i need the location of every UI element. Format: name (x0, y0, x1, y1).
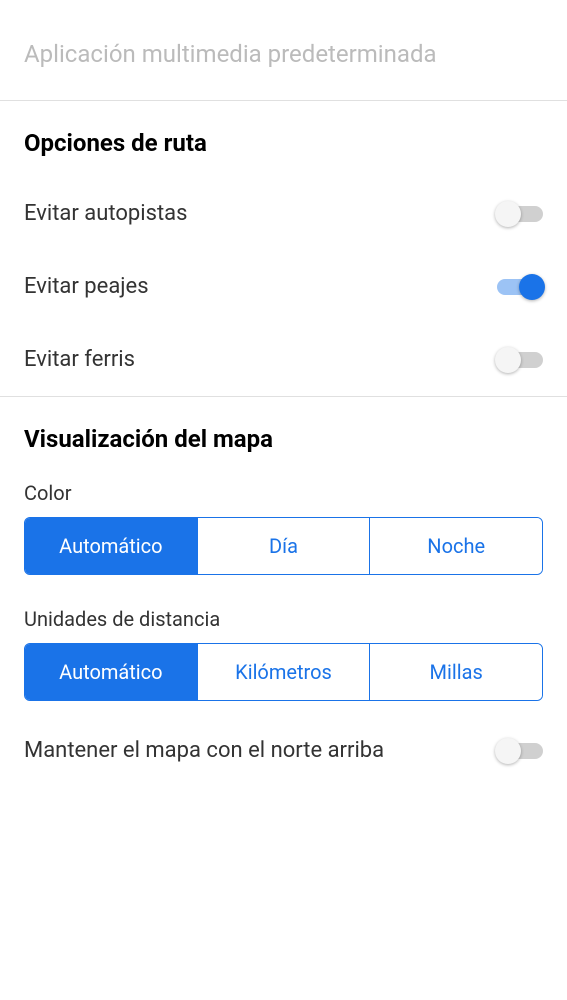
default-media-app-label: Aplicación multimedia predeterminada (0, 36, 567, 100)
toggle-knob (495, 201, 521, 227)
segment-option[interactable]: Kilómetros (198, 644, 371, 700)
segment-option[interactable]: Automático (25, 518, 198, 574)
color-segmented-control: AutomáticoDíaNoche (24, 517, 543, 575)
toggle-knob (519, 274, 545, 300)
avoid-highways-toggle[interactable] (497, 206, 543, 222)
avoid-highways-row: Evitar autopistas (0, 177, 567, 250)
avoid-tolls-row: Evitar peajes (0, 250, 567, 323)
map-display-header: Visualización del mapa (0, 397, 567, 473)
segment-option[interactable]: Noche (370, 518, 542, 574)
avoid-ferries-toggle[interactable] (497, 352, 543, 368)
distance-units-label: Unidades de distancia (0, 599, 567, 643)
color-label: Color (0, 473, 567, 517)
avoid-tolls-toggle[interactable] (497, 279, 543, 295)
keep-north-up-row: Mantener el mapa con el norte arriba (0, 725, 567, 766)
header-partial (0, 0, 567, 36)
avoid-ferries-row: Evitar ferris (0, 323, 567, 396)
toggle-knob (495, 347, 521, 373)
distance-units-segmented-control: AutomáticoKilómetrosMillas (24, 643, 543, 701)
keep-north-up-toggle[interactable] (497, 743, 543, 759)
avoid-ferries-label: Evitar ferris (24, 347, 135, 372)
avoid-tolls-label: Evitar peajes (24, 274, 149, 299)
segment-option[interactable]: Automático (25, 644, 198, 700)
avoid-highways-label: Evitar autopistas (24, 201, 188, 226)
keep-north-up-label: Mantener el mapa con el norte arriba (24, 737, 384, 766)
segment-option[interactable]: Millas (370, 644, 542, 700)
segment-option[interactable]: Día (198, 518, 371, 574)
toggle-knob (495, 738, 521, 764)
route-options-header: Opciones de ruta (0, 101, 567, 177)
